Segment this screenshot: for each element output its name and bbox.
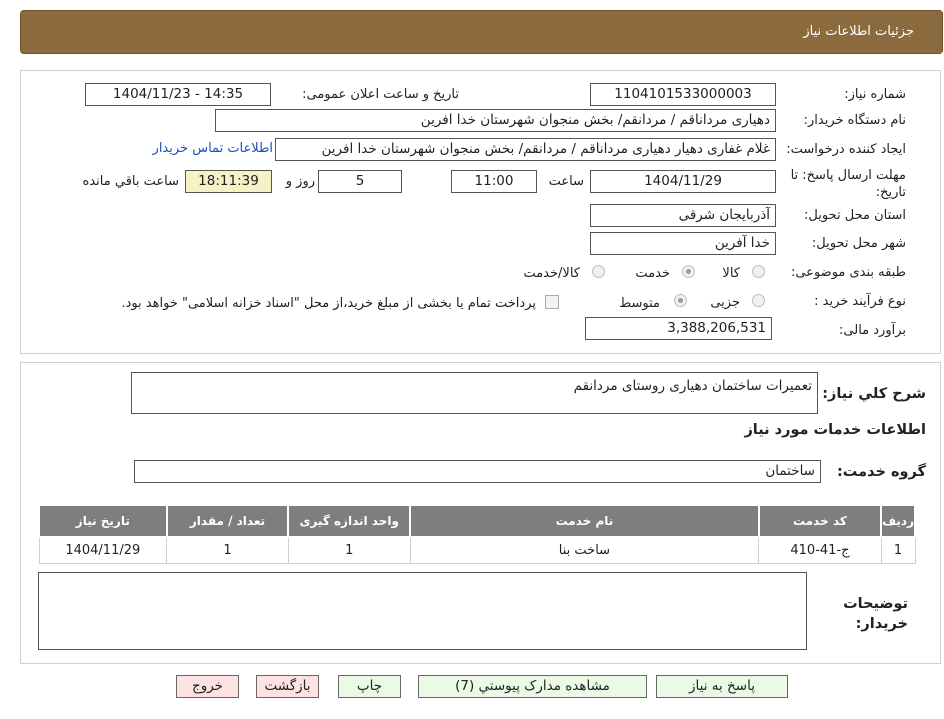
back-button[interactable]: بازگشت	[256, 675, 319, 698]
category-goods-radio[interactable]	[752, 265, 765, 278]
buyer-org-label: نام دستگاه خریدار:	[803, 113, 906, 128]
col-row-header: ردیف	[880, 504, 916, 538]
requester-label: ایجاد کننده درخواست:	[786, 142, 906, 157]
buyer-notes-label: توضیحات خریدار:	[843, 596, 908, 632]
process-minor-label: جزیی	[710, 295, 740, 310]
quantity-cell: 1	[166, 536, 289, 564]
announce-datetime-field[interactable]: 1404/11/23 - 14:35	[85, 83, 271, 106]
need-date-cell: 1404/11/29	[38, 536, 168, 564]
category-service-label: خدمت	[635, 266, 670, 281]
category-label: طبقه بندی موضوعی:	[790, 265, 906, 280]
announce-datetime-label: تاریخ و ساعت اعلان عمومی:	[302, 87, 459, 102]
treasury-checkbox[interactable]	[545, 295, 559, 309]
print-button[interactable]: چاپ	[338, 675, 401, 698]
process-minor-radio[interactable]	[752, 294, 765, 307]
view-attachments-button[interactable]: مشاهده مدارک پیوستي (7)	[418, 675, 647, 698]
col-qty-header: تعداد / مقدار	[165, 504, 290, 538]
deadline-date-field[interactable]: 1404/11/29	[590, 170, 776, 193]
services-table: ردیف کد خدمت نام خدمت واحد اندازه گیری ت…	[38, 504, 916, 564]
service-group-field[interactable]: ساختمان	[134, 460, 821, 483]
buyer-contact-link[interactable]: اطلاعات تماس خریدار	[153, 141, 273, 156]
col-name-header: نام خدمت	[409, 504, 760, 538]
treasury-payment-note: پرداخت تمام یا بخشی از مبلغ خرید،از محل …	[121, 296, 536, 311]
buyer-org-field[interactable]: دهیاری مرداناقم / مردانقم/ بخش منجوان شه…	[215, 109, 776, 132]
need-number-label: شماره نیاز:	[844, 87, 906, 102]
process-type-label: نوع فرآیند خرید :	[814, 294, 906, 309]
province-field[interactable]: آذربایجان شرقی	[590, 204, 776, 227]
page-title: جزئیات اطلاعات نیاز	[803, 24, 914, 39]
need-number-field[interactable]: 1104101533000003	[590, 83, 776, 106]
row-number-cell: 1	[880, 536, 916, 564]
process-medium-radio[interactable]	[674, 294, 687, 307]
services-table-header: ردیف کد خدمت نام خدمت واحد اندازه گیری ت…	[38, 504, 916, 538]
category-goods-service-radio[interactable]	[592, 265, 605, 278]
description-label: شرح کلي نياز:	[822, 386, 926, 402]
page-header: جزئیات اطلاعات نیاز	[20, 10, 943, 54]
city-field[interactable]: خدا آفرین	[590, 232, 776, 255]
description-textarea[interactable]: تعمیرات ساختمان دهیاری روستای مردانقم	[131, 372, 818, 414]
col-code-header: کد خدمت	[757, 504, 883, 538]
deadline-time-label: ساعت	[548, 174, 584, 189]
unit-cell: 1	[287, 536, 411, 564]
budget-label: برآورد مالی:	[839, 323, 906, 338]
province-label: استان محل تحویل:	[804, 208, 906, 223]
buyer-notes-textarea[interactable]	[38, 572, 807, 650]
service-group-label: گروه خدمت:	[836, 464, 926, 480]
days-label: روز و	[285, 174, 315, 189]
deadline-time-field[interactable]: 11:00	[451, 170, 537, 193]
budget-field[interactable]: 3,388,206,531	[585, 317, 772, 340]
col-unit-header: واحد اندازه گیری	[287, 504, 412, 538]
category-service-radio[interactable]	[682, 265, 695, 278]
remaining-time-field[interactable]: 18:11:39	[185, 170, 272, 193]
col-date-header: تاریخ نیاز	[38, 504, 168, 538]
reply-button[interactable]: پاسخ به نیاز	[656, 675, 788, 698]
category-goods-label: کالا	[722, 266, 740, 281]
service-code-cell: ج-41-410	[758, 536, 882, 564]
deadline-label: مهلت ارسال پاسخ: تا تاریخ:	[790, 168, 906, 200]
days-remaining-field[interactable]: 5	[318, 170, 402, 193]
exit-button[interactable]: خروج	[176, 675, 239, 698]
services-section-title: اطلاعات خدمات مورد نیاز	[744, 422, 926, 438]
table-row[interactable]: 1 ج-41-410 ساخت بنا 1 1 1404/11/29	[38, 536, 916, 564]
process-medium-label: متوسط	[619, 296, 660, 311]
city-label: شهر محل تحویل:	[811, 236, 906, 251]
remaining-time-label: ساعت باقي مانده	[82, 174, 179, 189]
category-goods-service-label: کالا/خدمت	[523, 266, 580, 281]
requester-field[interactable]: غلام غفاری دهیار دهیاری مرداناقم / مردان…	[275, 138, 776, 161]
service-name-cell: ساخت بنا	[409, 536, 760, 564]
